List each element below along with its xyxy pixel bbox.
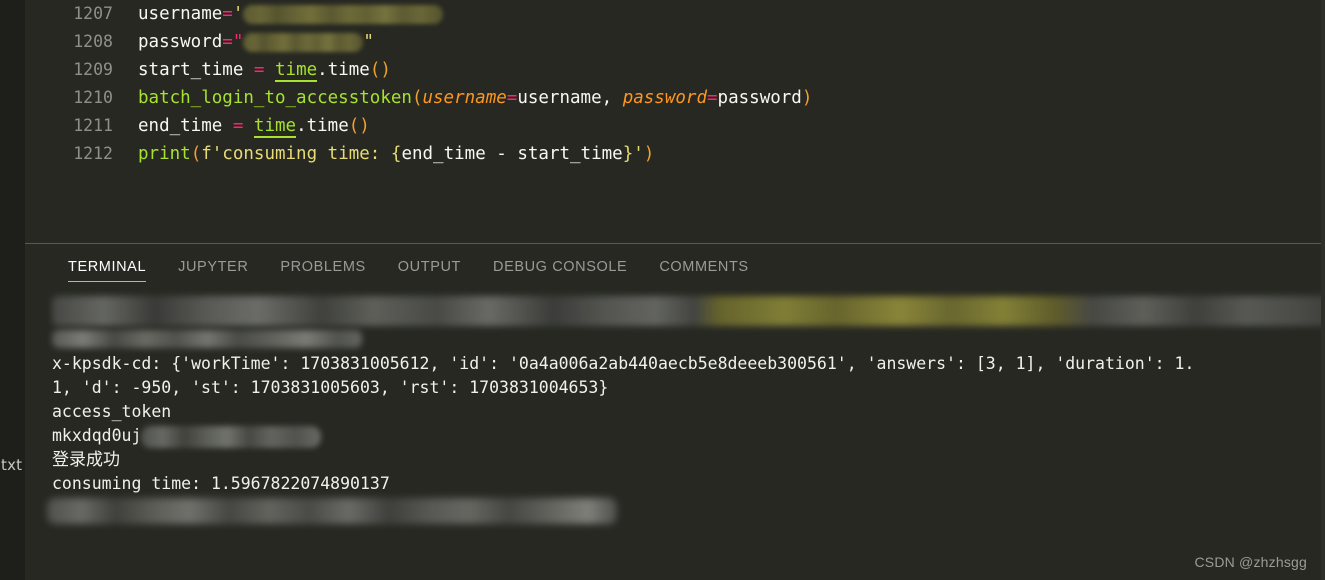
terminal-line: access_token xyxy=(52,402,172,421)
panel-tab-debug-console[interactable]: DEBUG CONSOLE xyxy=(477,244,643,290)
code-token: password xyxy=(138,32,223,52)
code-line[interactable]: 1212 print(f'consuming time: {end_time - … xyxy=(25,140,1325,168)
code-line[interactable]: 1209 start_time = time.time() xyxy=(25,56,1325,84)
code-token: = xyxy=(232,116,244,136)
code-token: password xyxy=(717,88,802,108)
code-token: = xyxy=(253,60,265,80)
right-edge-strip xyxy=(1321,0,1325,580)
code-line[interactable]: 1207 username=' xyxy=(25,0,1325,28)
terminal-line: x-kpsdk-cd: {'workTime': 1703831005612, … xyxy=(52,354,1195,373)
code-token: time xyxy=(253,116,297,138)
code-token: password xyxy=(622,88,707,108)
code-token: username xyxy=(517,88,602,108)
code-line-content: end_time = time.time() xyxy=(113,112,370,140)
code-token: () xyxy=(348,116,370,136)
redacted-text-block xyxy=(52,296,1325,326)
panel-tab-problems[interactable]: PROBLEMS xyxy=(264,244,381,290)
panel-tab-bar: TERMINAL JUPYTER PROBLEMS OUTPUT DEBUG CONSO… xyxy=(25,244,1325,290)
line-number: 1211 xyxy=(73,116,113,135)
redacted-text-block xyxy=(52,330,362,348)
line-number: 1208 xyxy=(73,32,113,51)
panel-tab-terminal[interactable]: TERMINAL xyxy=(52,244,162,290)
code-token: start_time xyxy=(138,60,254,80)
code-line[interactable]: 1208 password=" " xyxy=(25,28,1325,56)
code-line-content: print(f'consuming time: {end_time - star… xyxy=(113,140,654,168)
code-token: f'consuming time: xyxy=(201,144,391,164)
activity-bar-strip xyxy=(0,0,25,580)
code-token: = xyxy=(707,88,718,108)
code-editor[interactable]: 1207 username=' 1208 password=" " 1209 start_t… xyxy=(25,0,1325,244)
terminal-line-text: mkxdqd0uj xyxy=(52,426,142,445)
redacted-text-block xyxy=(141,425,322,448)
panel-tab-jupyter[interactable]: JUPYTER xyxy=(162,244,264,290)
code-token: { xyxy=(390,144,402,164)
line-number: 1209 xyxy=(73,60,113,79)
terminal-line: 1, 'd': -950, 'st': 1703831005603, 'rst'… xyxy=(52,378,609,397)
code-token: batch_login_to_accesstoken xyxy=(138,88,412,108)
code-token: ) xyxy=(801,88,813,108)
code-token: end_time - start_time xyxy=(401,144,623,164)
watermark: CSDN @zhzhsgg xyxy=(1194,554,1307,570)
explorer-clipped-filename: txt xyxy=(1,456,23,474)
code-line-content: start_time = time.time() xyxy=(113,56,391,84)
terminal-line xyxy=(52,294,1325,328)
code-token: print xyxy=(138,144,191,164)
code-token: , xyxy=(601,88,623,108)
line-number: 1207 xyxy=(73,4,113,23)
code-token: = xyxy=(506,88,518,108)
line-number: 1212 xyxy=(73,144,113,163)
code-token: ) xyxy=(643,144,655,164)
terminal-line xyxy=(47,496,1325,526)
code-token: ' xyxy=(232,4,244,24)
code-line-content: password=" " xyxy=(113,28,374,56)
redacted-text-block xyxy=(47,498,617,524)
code-token: .time xyxy=(296,116,349,136)
code-line[interactable]: 1210 batch_login_to_accesstoken(username=… xyxy=(25,84,1325,112)
code-token: }' xyxy=(622,144,644,164)
terminal-line: 登录成功 xyxy=(52,450,120,470)
code-token: username xyxy=(138,4,223,24)
code-token: " xyxy=(363,32,374,52)
terminal-line xyxy=(52,328,1325,352)
code-line[interactable]: 1211 end_time = time.time() xyxy=(25,112,1325,140)
vscode-window: txt 1207 username=' 1208 password=" " 1209 sta… xyxy=(0,0,1325,580)
code-token: username xyxy=(422,88,507,108)
code-token: ( xyxy=(190,144,202,164)
code-token: .time xyxy=(317,60,370,80)
line-number: 1210 xyxy=(73,88,113,107)
code-token: ( xyxy=(411,88,423,108)
code-token: end_time xyxy=(138,116,233,136)
terminal-line: mkxdqd0uj xyxy=(52,424,1325,448)
code-token: =" xyxy=(222,32,244,52)
panel-tab-output[interactable]: OUTPUT xyxy=(382,244,477,290)
code-token: = xyxy=(222,4,233,24)
code-token: time xyxy=(275,60,318,82)
panel-tab-comments[interactable]: COMMENTS xyxy=(643,244,764,290)
code-token: () xyxy=(369,60,391,80)
terminal-line: consuming time: 1.5967822074890137 xyxy=(52,474,390,493)
code-line-content: username=' xyxy=(113,0,444,28)
code-line-content: batch_login_to_accesstoken(username=user… xyxy=(113,84,812,112)
terminal-output[interactable]: x-kpsdk-cd: {'workTime': 1703831005612, … xyxy=(25,290,1325,580)
redacted-text-block xyxy=(243,4,444,24)
bottom-panel: TERMINAL JUPYTER PROBLEMS OUTPUT DEBUG CONSO… xyxy=(25,244,1325,580)
redacted-text-block xyxy=(243,32,364,52)
